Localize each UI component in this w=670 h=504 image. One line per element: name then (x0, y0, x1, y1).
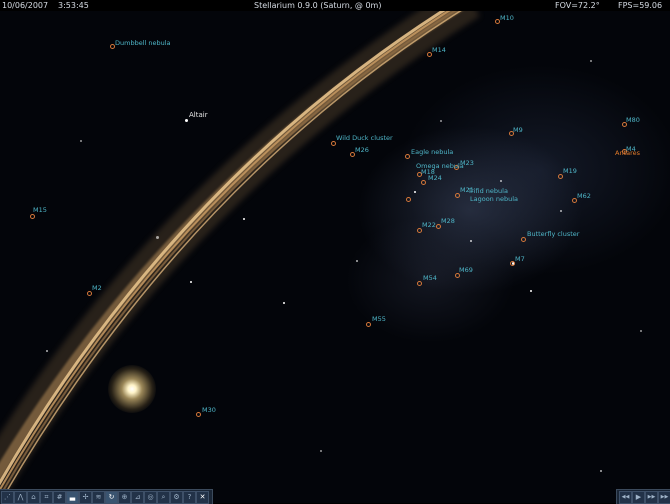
marker-m55[interactable] (366, 322, 371, 327)
marker-eagle[interactable] (405, 154, 410, 159)
star (414, 191, 416, 193)
saturn-rings (0, 0, 481, 503)
star (640, 330, 642, 332)
equatorial-mount-button[interactable]: ⊿ (131, 491, 144, 504)
main-toolbar: ⋰ ⋀ ⌂ ⌗ # ▃ ✢ ≋ ↻ ⊕ ⊿ ◎ ⌕ ⚙ ? ✕ (0, 489, 213, 504)
label-m10: M10 (500, 14, 514, 22)
star (356, 260, 358, 262)
label-m9: M9 (513, 126, 523, 134)
star (500, 180, 502, 182)
label-m24: M24 (428, 174, 442, 182)
fps-display: FPS=59.06 (618, 1, 663, 10)
star (600, 470, 602, 472)
label-m30: M30 (202, 406, 216, 414)
label-m26: M26 (355, 146, 369, 154)
label-m2: M2 (92, 284, 102, 292)
nebulas-button[interactable]: ↻ (105, 491, 118, 504)
equatorial-grid-button[interactable]: # (53, 491, 66, 504)
app-title: Stellarium 0.9.0 (Saturn, @ 0m) (254, 1, 382, 10)
ground-button[interactable]: ▃ (66, 491, 79, 504)
time-controls: ◀◀ ▶ ▶▶ ▶▶ (616, 489, 670, 504)
label-m55: M55 (372, 315, 386, 323)
marker-butterfly[interactable] (521, 237, 526, 242)
quit-button[interactable]: ✕ (196, 491, 209, 504)
star (560, 210, 562, 212)
label-trifid: Trifid nebula (468, 187, 508, 195)
label-m15: M15 (33, 206, 47, 214)
azimuthal-grid-button[interactable]: ⌗ (40, 491, 53, 504)
time-display: 3:53:45 (58, 1, 89, 10)
fov-display: FOV=72.2° (555, 1, 600, 10)
marker-m30[interactable] (196, 412, 201, 417)
star (590, 60, 592, 62)
constellation-lines-button[interactable]: ⋰ (1, 491, 14, 504)
star (440, 120, 442, 122)
sky-viewport[interactable]: M10 Dumbbell nebula M14 Altair M80 M4 An… (0, 0, 670, 503)
center-selected-button[interactable]: ◎ (144, 491, 157, 504)
star (46, 350, 48, 352)
marker-m24[interactable] (421, 180, 426, 185)
star (185, 119, 188, 122)
star (243, 218, 245, 220)
label-m54: M54 (423, 274, 437, 282)
label-m7: M7 (515, 255, 525, 263)
star (283, 302, 285, 304)
star (530, 290, 532, 292)
label-m22: M22 (422, 221, 436, 229)
label-dumbbell: Dumbbell nebula (115, 39, 171, 47)
label-altair: Altair (189, 111, 208, 119)
date-display: 10/06/2007 (2, 1, 49, 10)
label-m19: M19 (563, 167, 577, 175)
star (320, 450, 322, 452)
configuration-button[interactable]: ⚙ (170, 491, 183, 504)
label-wild-duck: Wild Duck cluster (336, 134, 393, 142)
label-antares: Antares (615, 149, 641, 157)
label-butterfly: Butterfly cluster (527, 230, 580, 238)
cardinal-points-button[interactable]: ✢ (79, 491, 92, 504)
constellation-art-button[interactable]: ⌂ (27, 491, 40, 504)
constellation-names-button[interactable]: ⋀ (14, 491, 27, 504)
star (80, 140, 82, 142)
top-status-bar: 10/06/2007 3:53:45 Stellarium 0.9.0 (Sat… (0, 0, 670, 11)
label-m69: M69 (459, 266, 473, 274)
play-button[interactable]: ▶ (632, 491, 645, 504)
atmosphere-button[interactable]: ≋ (92, 491, 105, 504)
marker-m54[interactable] (417, 281, 422, 286)
label-m80: M80 (626, 116, 640, 124)
marker-lagoon[interactable] (406, 197, 411, 202)
star (156, 236, 159, 239)
rewind-button[interactable]: ◀◀ (619, 491, 632, 504)
label-m62: M62 (577, 192, 591, 200)
search-button[interactable]: ⌕ (157, 491, 170, 504)
planets-button[interactable]: ⊕ (118, 491, 131, 504)
forward-button[interactable]: ▶▶ (645, 491, 658, 504)
help-button[interactable]: ? (183, 491, 196, 504)
label-lagoon: Lagoon nebula (470, 195, 519, 203)
star (470, 240, 472, 242)
now-button[interactable]: ▶▶ (658, 491, 670, 504)
star (190, 281, 192, 283)
label-m14: M14 (432, 46, 446, 54)
sun[interactable] (108, 365, 156, 413)
label-eagle: Eagle nebula (411, 148, 454, 156)
marker-m15[interactable] (30, 214, 35, 219)
label-m28: M28 (441, 217, 455, 225)
